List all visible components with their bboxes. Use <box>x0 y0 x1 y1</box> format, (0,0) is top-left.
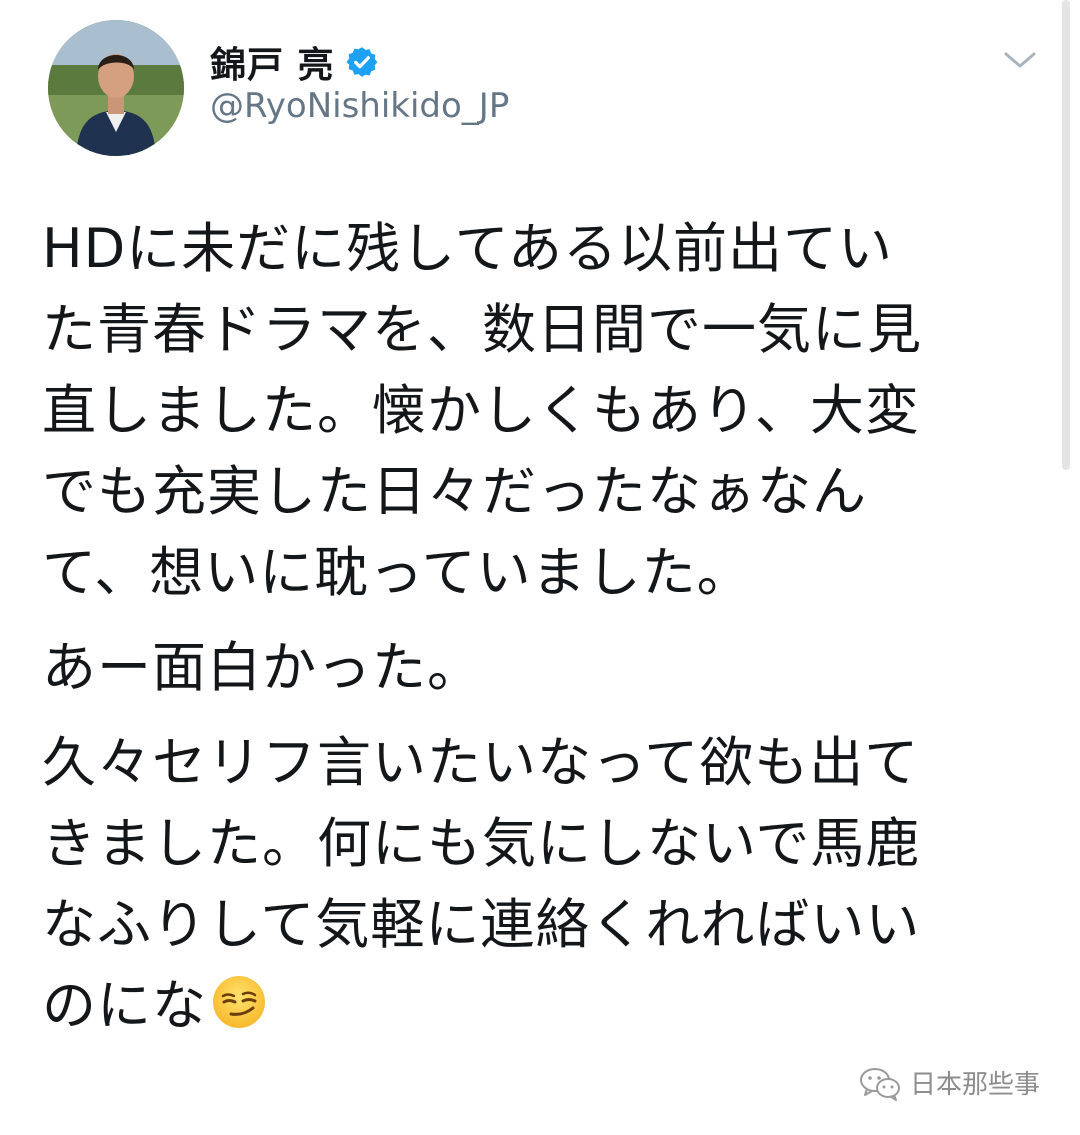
scrollbar[interactable] <box>1062 0 1070 470</box>
watermark: 日本那些事 <box>858 1064 1040 1101</box>
verified-badge-icon <box>346 47 377 77</box>
display-name[interactable]: 錦戸 亮 <box>210 36 335 88</box>
tweet-line: きました。何にも気にしないで馬鹿 <box>42 812 921 875</box>
tweet-line: た青春ドラマを、数日間で一気に見 <box>42 298 922 361</box>
watermark-text: 日本那些事 <box>910 1070 1041 1100</box>
chevron-down-icon[interactable] <box>1000 44 1040 74</box>
tweet-line: HDに未だに残してある以前出てい <box>42 217 893 280</box>
tweet-line: でも充実した日々だったなぁなん <box>42 460 867 523</box>
tweet-text: HDに未だに残してある以前出てい た青春ドラマを、数日間で一気に見 直しました。… <box>42 208 1032 1046</box>
smirking-face-icon <box>213 976 265 1028</box>
tweet-line-last: のにな <box>42 965 1032 1046</box>
user-handle[interactable]: @RyoNishikido_JP <box>210 86 509 126</box>
tweet-line: て、想いに耽っていました。 <box>42 541 752 604</box>
tweet-line: なふりして気軽に連絡くれればいい <box>42 893 921 956</box>
tweet-line: あー面白かった。 <box>42 636 482 699</box>
tweet-line: 久々セリフ言いたいなって欲も出て <box>42 731 920 794</box>
wechat-icon <box>860 1067 900 1101</box>
tweet-line: 直しました。懐かしくもあり、大変 <box>42 379 920 442</box>
tweet-line: のにな <box>42 974 207 1037</box>
avatar[interactable] <box>48 20 184 156</box>
